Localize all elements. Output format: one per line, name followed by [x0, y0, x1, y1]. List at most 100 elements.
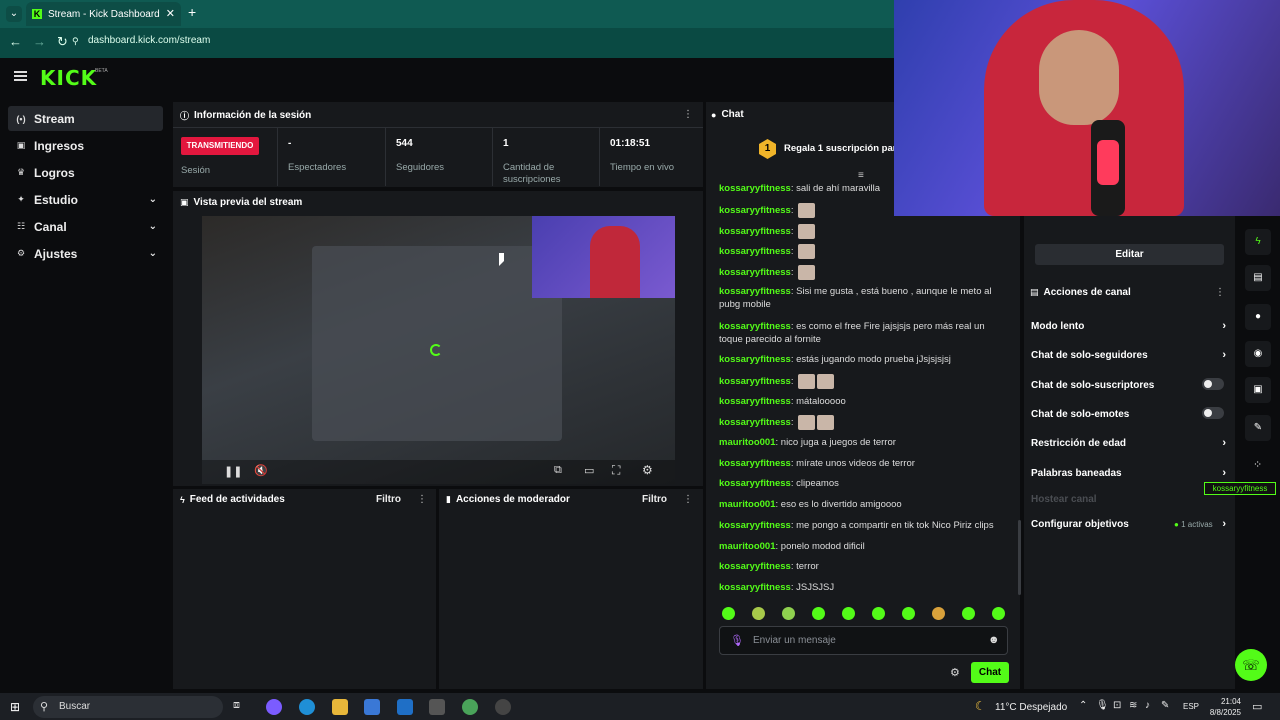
volume-tray-icon[interactable]: ♪ [1145, 700, 1150, 711]
chat-username[interactable]: kossaryyfitness [719, 267, 791, 278]
chat-icon[interactable]: ● [1245, 304, 1271, 330]
configure-goals-item[interactable]: Configurar objetivos ● 1 activas › [1031, 518, 1226, 530]
chat-username[interactable]: mauritoo001 [719, 541, 776, 552]
wifi-tray-icon[interactable]: ≋ [1129, 700, 1137, 711]
chat-username[interactable]: kossaryyfitness [719, 246, 791, 257]
chat-settings-icon[interactable]: ⚙ [950, 666, 960, 679]
sidebar-item-stream[interactable]: (•) Stream [8, 106, 163, 131]
chat-username[interactable]: kossaryyfitness [719, 478, 791, 489]
weather-text[interactable]: 11°C Despejado [995, 702, 1067, 713]
chat-username[interactable]: kossaryyfitness [719, 226, 791, 237]
chat-scroll-icon[interactable]: ≡ [858, 170, 864, 181]
emote-icon[interactable] [962, 607, 975, 620]
channel-actions-menu-icon[interactable]: ⋮ [1215, 287, 1225, 298]
forward-icon[interactable]: → [33, 34, 46, 49]
tab-search-icon[interactable]: ⌄ [6, 6, 22, 22]
pause-icon[interactable]: ❚❚ [224, 465, 242, 478]
stream-video[interactable]: ❚❚ 🔇 ⧉ ▭ ⛶ ⚙ [202, 216, 675, 484]
subscribers-only-toggle[interactable] [1202, 378, 1224, 390]
sidebar-item-estudio[interactable]: ✦ Estudio ⌄ [8, 187, 163, 212]
store-icon[interactable] [364, 699, 380, 715]
chat-username[interactable]: kossaryyfitness [719, 458, 791, 469]
edit-button[interactable]: Editar [1035, 244, 1224, 265]
chat-username[interactable]: kossaryyfitness [719, 520, 791, 531]
sidebar-item-canal[interactable]: ☷ Canal ⌄ [8, 214, 163, 239]
moderator-menu-icon[interactable]: ⋮ [683, 494, 693, 505]
send-chat-button[interactable]: Chat [971, 662, 1009, 683]
activity-filter-button[interactable]: Filtro [376, 494, 401, 505]
chat-username[interactable]: kossaryyfitness [719, 376, 791, 387]
url-field[interactable]: dashboard.kick.com/stream [88, 35, 210, 46]
close-tab-icon[interactable]: ✕ [166, 7, 175, 20]
taskbar-search[interactable]: ⚲ Buscar [33, 696, 223, 718]
layout-icon[interactable]: ▣ [1245, 377, 1271, 403]
slow-mode-item[interactable]: Modo lento › [1031, 320, 1226, 332]
clock[interactable]: 21:04 8/8/2025 [1205, 696, 1241, 718]
video-settings-icon[interactable]: ⚙ [642, 463, 653, 477]
emote-icon[interactable] [902, 607, 915, 620]
obs-icon[interactable] [495, 699, 511, 715]
chat-username[interactable]: kossaryyfitness [719, 582, 791, 593]
emotes-only-toggle[interactable] [1202, 407, 1224, 419]
chat-username[interactable]: mauritoo001 [719, 437, 776, 448]
menu-icon[interactable] [14, 71, 27, 81]
chat-username[interactable]: mauritoo001 [719, 499, 776, 510]
moderator-filter-button[interactable]: Filtro [642, 494, 667, 505]
broadcast-rail-icon[interactable]: ◉ [1245, 341, 1271, 367]
new-tab-button[interactable]: + [188, 4, 196, 20]
chat-username[interactable]: kossaryyfitness [719, 321, 791, 332]
session-menu-icon[interactable]: ⋮ [683, 109, 693, 120]
host-channel-item[interactable]: Hostear canal [1031, 494, 1226, 505]
chat-scrollbar[interactable] [1018, 520, 1021, 595]
emote-icon[interactable] [872, 607, 885, 620]
sidebar-item-logros[interactable]: ♛ Logros [8, 160, 163, 185]
followers-only-item[interactable]: Chat de solo-seguidores › [1031, 349, 1226, 361]
gift-sub-banner[interactable]: Regala 1 suscripción para t [784, 143, 908, 154]
kick-logo[interactable]: KICK [40, 66, 97, 90]
file-explorer-icon[interactable] [332, 699, 348, 715]
task-view-icon[interactable]: ⧈ [233, 699, 249, 715]
chat-username[interactable]: kossaryyfitness [719, 205, 791, 216]
browser-tab[interactable]: K Stream - Kick Dashboard ✕ [26, 2, 181, 26]
banned-words-item[interactable]: Palabras baneadas › [1031, 467, 1226, 479]
emote-icon[interactable] [752, 607, 765, 620]
tools-icon[interactable]: ✎ [1245, 415, 1271, 441]
picture-in-picture-icon[interactable]: ⧉ [554, 464, 562, 477]
capcut-icon[interactable] [429, 699, 445, 715]
site-info-icon[interactable]: ⚲ [72, 36, 79, 47]
emote-icon[interactable] [992, 607, 1005, 620]
fullscreen-icon[interactable]: ⛶ [612, 463, 620, 478]
chat-input[interactable]: 🎙 Enviar un mensaje ☻ [719, 626, 1008, 655]
mic-tray-icon[interactable]: 🎙 [1096, 700, 1109, 711]
emote-icon[interactable] [932, 607, 945, 620]
outlook-icon[interactable] [397, 699, 413, 715]
language-indicator[interactable]: ESP [1183, 702, 1199, 711]
tray-chevron-icon[interactable]: ⌃ [1079, 700, 1087, 711]
sidebar-item-ingresos[interactable]: ▣ Ingresos [8, 133, 163, 158]
activity-menu-icon[interactable]: ⋮ [417, 494, 427, 505]
users-icon[interactable]: ⁘ [1253, 458, 1262, 471]
copilot-icon[interactable] [266, 699, 282, 715]
pen-tray-icon[interactable]: ✎ [1161, 700, 1169, 711]
back-icon[interactable]: ← [9, 34, 22, 49]
chrome-icon[interactable] [462, 699, 478, 715]
support-icon[interactable]: ☏ [1235, 649, 1267, 681]
network-tray-icon[interactable]: ⊡ [1113, 700, 1121, 711]
microphone-icon[interactable]: 🎙 [730, 634, 744, 647]
age-restriction-item[interactable]: Restricción de edad › [1031, 437, 1226, 449]
chat-username[interactable]: kossaryyfitness [719, 396, 791, 407]
chat-username[interactable]: kossaryyfitness [719, 561, 791, 572]
edge-icon[interactable] [299, 699, 315, 715]
quick-actions-icon[interactable]: ϟ [1245, 229, 1271, 255]
mute-icon[interactable]: 🔇 [254, 464, 268, 477]
emote-icon[interactable] [842, 607, 855, 620]
theater-mode-icon[interactable]: ▭ [584, 464, 594, 477]
notifications-icon[interactable]: ▭ [1252, 700, 1262, 713]
sidebar-item-ajustes[interactable]: ⚙ Ajustes ⌄ [8, 241, 163, 266]
reload-icon[interactable]: ↻ [57, 34, 68, 50]
notes-icon[interactable]: ▤ [1245, 265, 1271, 291]
emote-icon[interactable] [812, 607, 825, 620]
chat-username[interactable]: kossaryyfitness [719, 286, 791, 297]
emoji-picker-icon[interactable]: ☻ [988, 634, 1000, 646]
chat-username[interactable]: kossaryyfitness [719, 354, 791, 365]
